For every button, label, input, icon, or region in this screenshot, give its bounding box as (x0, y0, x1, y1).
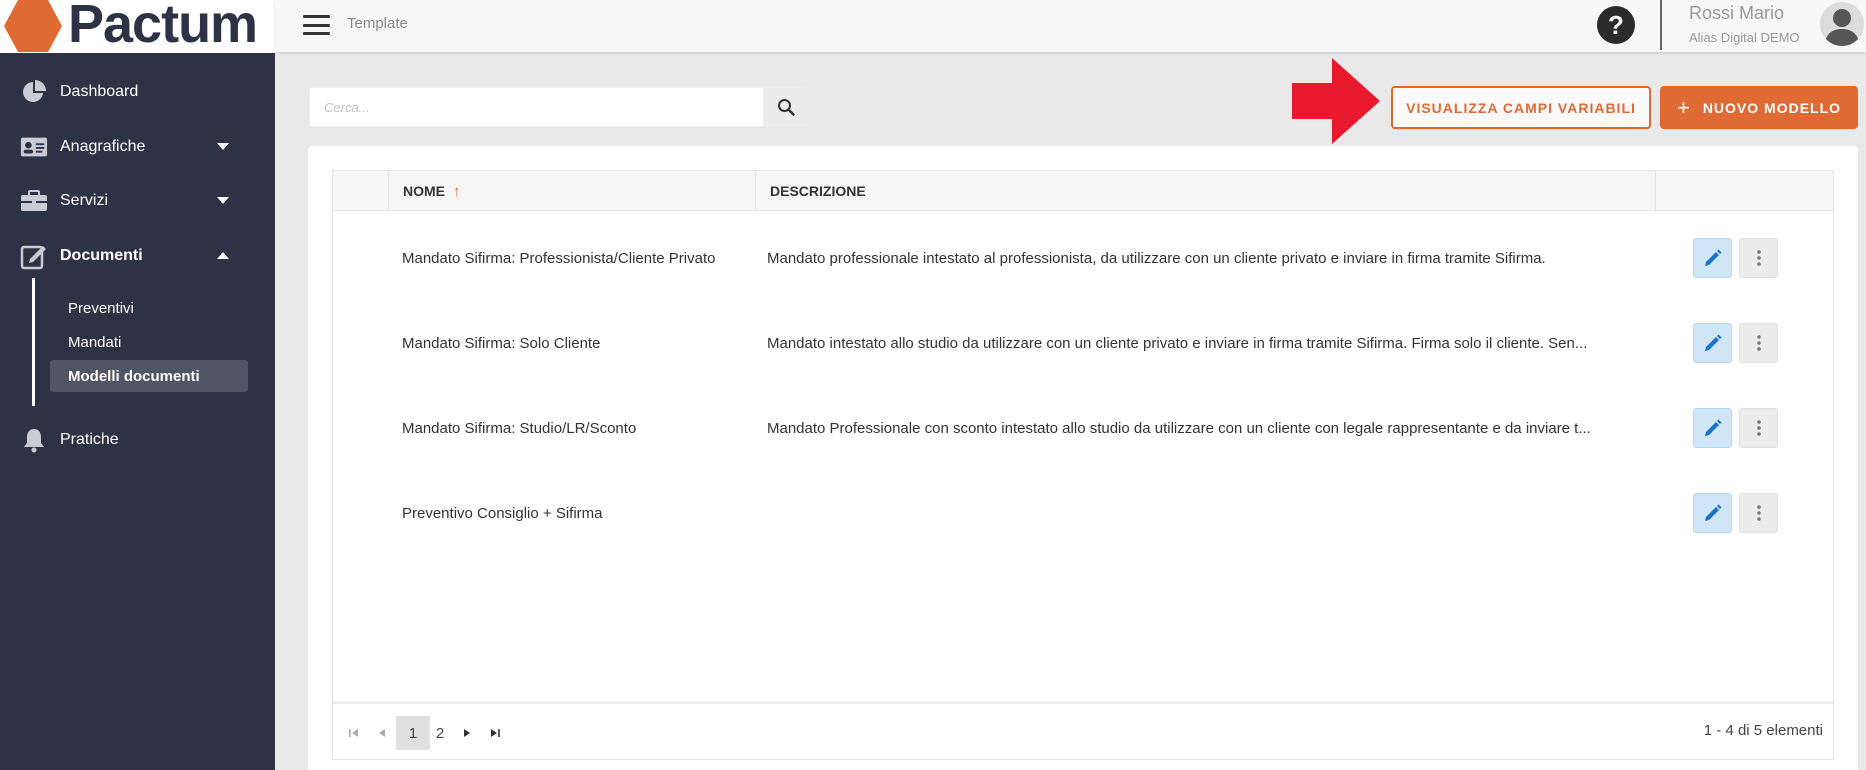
search-icon (778, 99, 795, 116)
row-name: Mandato Sifirma: Solo Cliente (402, 335, 601, 352)
user-organization: Alias Digital DEMO (1689, 30, 1800, 45)
pagination: 1 2 1 - 4 di 5 elementi (333, 701, 1833, 759)
hamburger-menu-icon[interactable] (303, 15, 330, 35)
show-variable-fields-button[interactable]: VISUALIZZA CAMPI VARIABILI (1391, 86, 1651, 129)
logo-hexagon-icon (4, 0, 62, 52)
bell-icon (20, 426, 48, 454)
more-options-button[interactable] (1739, 493, 1778, 533)
new-model-label: NUOVO MODELLO (1702, 99, 1842, 116)
table-row[interactable]: Mandato Sifirma: Studio/LR/Sconto Mandat… (333, 386, 1833, 471)
help-icon[interactable]: ? (1597, 6, 1635, 44)
more-options-button[interactable] (1739, 323, 1778, 363)
models-table: NOME ↑ DESCRIZIONE Mandato Sifirma: Prof… (332, 170, 1834, 760)
caret-up-icon (216, 249, 230, 263)
id-card-icon (20, 133, 48, 161)
red-arrow-annotation-icon (1292, 58, 1380, 144)
previous-page-icon (379, 729, 385, 737)
subnav-indicator-line (32, 278, 35, 406)
caret-down-icon (216, 140, 230, 154)
row-name: Mandato Sifirma: Studio/LR/Sconto (402, 420, 637, 437)
sidebar-item-label: Documenti (60, 247, 143, 264)
sidebar-item-anagrafiche[interactable]: Anagrafiche (0, 125, 275, 169)
row-description (767, 471, 1641, 556)
sidebar-item-servizi[interactable]: Servizi (0, 179, 275, 223)
new-model-button[interactable]: + NUOVO MODELLO (1660, 86, 1858, 129)
row-description: Mandato professionale intestato al profe… (767, 250, 1546, 267)
edit-button[interactable] (1693, 323, 1732, 363)
edit-button[interactable] (1693, 408, 1732, 448)
sidebar-item-pratiche[interactable]: Pratiche (0, 418, 275, 462)
edit-document-icon (20, 242, 48, 270)
sidebar: Pactum Dashboard Anagrafiche Servizi Doc… (0, 0, 275, 770)
last-page-button[interactable] (478, 716, 512, 750)
table-row[interactable]: Mandato Sifirma: Professionista/Cliente … (333, 216, 1833, 301)
plus-icon: + (1676, 94, 1691, 120)
row-description: Mandato Professionale con sconto intesta… (767, 420, 1591, 437)
sidebar-subitem-mandati[interactable]: Mandati (50, 326, 248, 358)
column-header-label: DESCRIZIONE (770, 183, 866, 199)
search-input[interactable] (310, 88, 763, 126)
pencil-icon (1704, 504, 1721, 521)
table-row[interactable]: Mandato Sifirma: Solo Cliente Mandato in… (333, 301, 1833, 386)
top-divider (1660, 0, 1662, 50)
more-options-button[interactable] (1739, 408, 1778, 448)
sidebar-item-dashboard[interactable]: Dashboard (0, 70, 275, 114)
pie-chart-icon (20, 78, 48, 106)
column-header-descrizione[interactable]: DESCRIZIONE (755, 171, 1655, 211)
vertical-dots-icon (1756, 250, 1761, 266)
vertical-dots-icon (1756, 335, 1761, 351)
logo-text: Pactum (68, 0, 258, 54)
sidebar-item-label: Dashboard (60, 83, 139, 100)
last-page-icon (491, 729, 500, 737)
pagination-info: 1 - 4 di 5 elementi (1703, 722, 1823, 739)
table-row[interactable]: Preventivo Consiglio + Sifirma (333, 471, 1833, 556)
previous-page-button[interactable] (365, 716, 399, 750)
pencil-icon (1704, 334, 1721, 351)
logo[interactable]: Pactum (0, 0, 275, 54)
table-header: NOME ↑ DESCRIZIONE (333, 171, 1833, 211)
top-bar: Template ? Rossi Mario Alias Digital DEM… (275, 0, 1866, 52)
column-header-actions (1655, 171, 1833, 211)
briefcase-icon (20, 187, 48, 215)
breadcrumb: Template (347, 15, 408, 32)
user-avatar-icon (1824, 9, 1860, 46)
column-header-label: NOME (403, 183, 445, 199)
edit-button[interactable] (1693, 238, 1732, 278)
sidebar-item-label: Servizi (60, 192, 109, 209)
vertical-dots-icon (1756, 420, 1761, 436)
sidebar-item-label: Anagrafiche (60, 138, 146, 155)
search-field[interactable] (309, 87, 764, 127)
column-header-nome[interactable]: NOME ↑ (388, 171, 755, 211)
row-name: Preventivo Consiglio + Sifirma (402, 505, 603, 522)
row-name: Mandato Sifirma: Professionista/Cliente … (402, 250, 716, 267)
edit-button[interactable] (1693, 493, 1732, 533)
sidebar-subitem-modelli-documenti[interactable]: Modelli documenti (50, 360, 248, 392)
avatar[interactable] (1820, 2, 1864, 46)
sidebar-item-label: Pratiche (60, 431, 119, 448)
more-options-button[interactable] (1739, 238, 1778, 278)
first-page-icon (349, 729, 358, 737)
next-page-icon (464, 729, 470, 737)
sort-ascending-icon: ↑ (453, 182, 461, 200)
user-name[interactable]: Rossi Mario (1689, 3, 1784, 24)
content-card: NOME ↑ DESCRIZIONE Mandato Sifirma: Prof… (308, 146, 1858, 770)
row-description: Mandato intestato allo studio da utilizz… (767, 335, 1588, 352)
search-button[interactable] (764, 87, 808, 127)
sidebar-item-documenti[interactable]: Documenti (0, 234, 275, 278)
vertical-dots-icon (1756, 505, 1761, 521)
pencil-icon (1704, 249, 1721, 266)
caret-down-icon (216, 194, 230, 208)
sidebar-subitem-preventivi[interactable]: Preventivi (50, 292, 248, 324)
pencil-icon (1704, 419, 1721, 436)
